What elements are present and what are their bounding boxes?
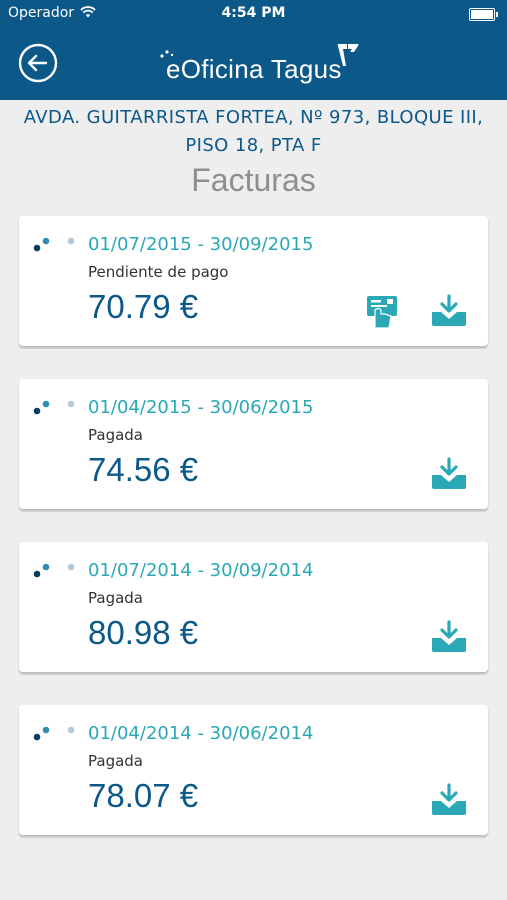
pay-card-icon[interactable] <box>365 294 399 330</box>
invoice-amount: 70.79 € <box>88 288 199 325</box>
download-icon[interactable] <box>429 620 469 654</box>
address-line-1: AVDA. GUITARRISTA FORTEA, Nº 973, BLOQUE… <box>23 107 484 128</box>
invoice-period: 01/07/2014 - 30/09/2014 <box>88 560 314 581</box>
clock: 4:54 PM <box>221 5 286 21</box>
invoice-card[interactable]: 01/07/2014 - 30/09/2014 Pagada 80.98 € <box>19 542 488 675</box>
battery-icon <box>469 8 498 21</box>
invoice-amount: 78.07 € <box>88 777 199 814</box>
download-icon[interactable] <box>429 457 469 491</box>
dots-decoration-icon <box>33 563 75 578</box>
invoice-status: Pagada <box>88 426 143 444</box>
invoice-amount: 74.56 € <box>88 451 199 488</box>
back-arrow-circle-icon[interactable] <box>18 43 58 83</box>
invoice-period: 01/04/2015 - 30/06/2015 <box>88 397 314 418</box>
dots-decoration-icon <box>33 237 75 252</box>
invoice-period: 01/07/2015 - 30/09/2015 <box>88 234 314 255</box>
dots-decoration-icon <box>33 726 75 741</box>
dots-decoration-icon <box>33 400 75 415</box>
page-title: Facturas <box>191 162 316 198</box>
download-icon[interactable] <box>429 294 469 328</box>
invoice-card[interactable]: 01/04/2015 - 30/06/2015 Pagada 74.56 € <box>19 379 488 512</box>
invoice-status: Pagada <box>88 589 143 607</box>
address-line-2: PISO 18, PTA F <box>185 135 322 156</box>
header-bar: eOficina Tagus <box>0 28 507 100</box>
invoice-status: Pagada <box>88 752 143 770</box>
logo-text: eOficina Tagus <box>166 54 342 84</box>
invoice-status: Pendiente de pago <box>88 263 229 281</box>
invoice-period: 01/04/2014 - 30/06/2014 <box>88 723 314 744</box>
tagus-logo-mark-icon <box>337 44 359 66</box>
invoice-card[interactable]: 01/04/2014 - 30/06/2014 Pagada 78.07 € <box>19 705 488 838</box>
supply-address: AVDA. GUITARRISTA FORTEA, Nº 973, BLOQUE… <box>0 104 507 160</box>
invoice-card[interactable]: 01/07/2015 - 30/09/2015 Pendiente de pag… <box>19 216 488 349</box>
invoice-amount: 80.98 € <box>88 614 199 651</box>
download-icon[interactable] <box>429 783 469 817</box>
status-bar: Operador 4:54 PM <box>0 0 507 28</box>
